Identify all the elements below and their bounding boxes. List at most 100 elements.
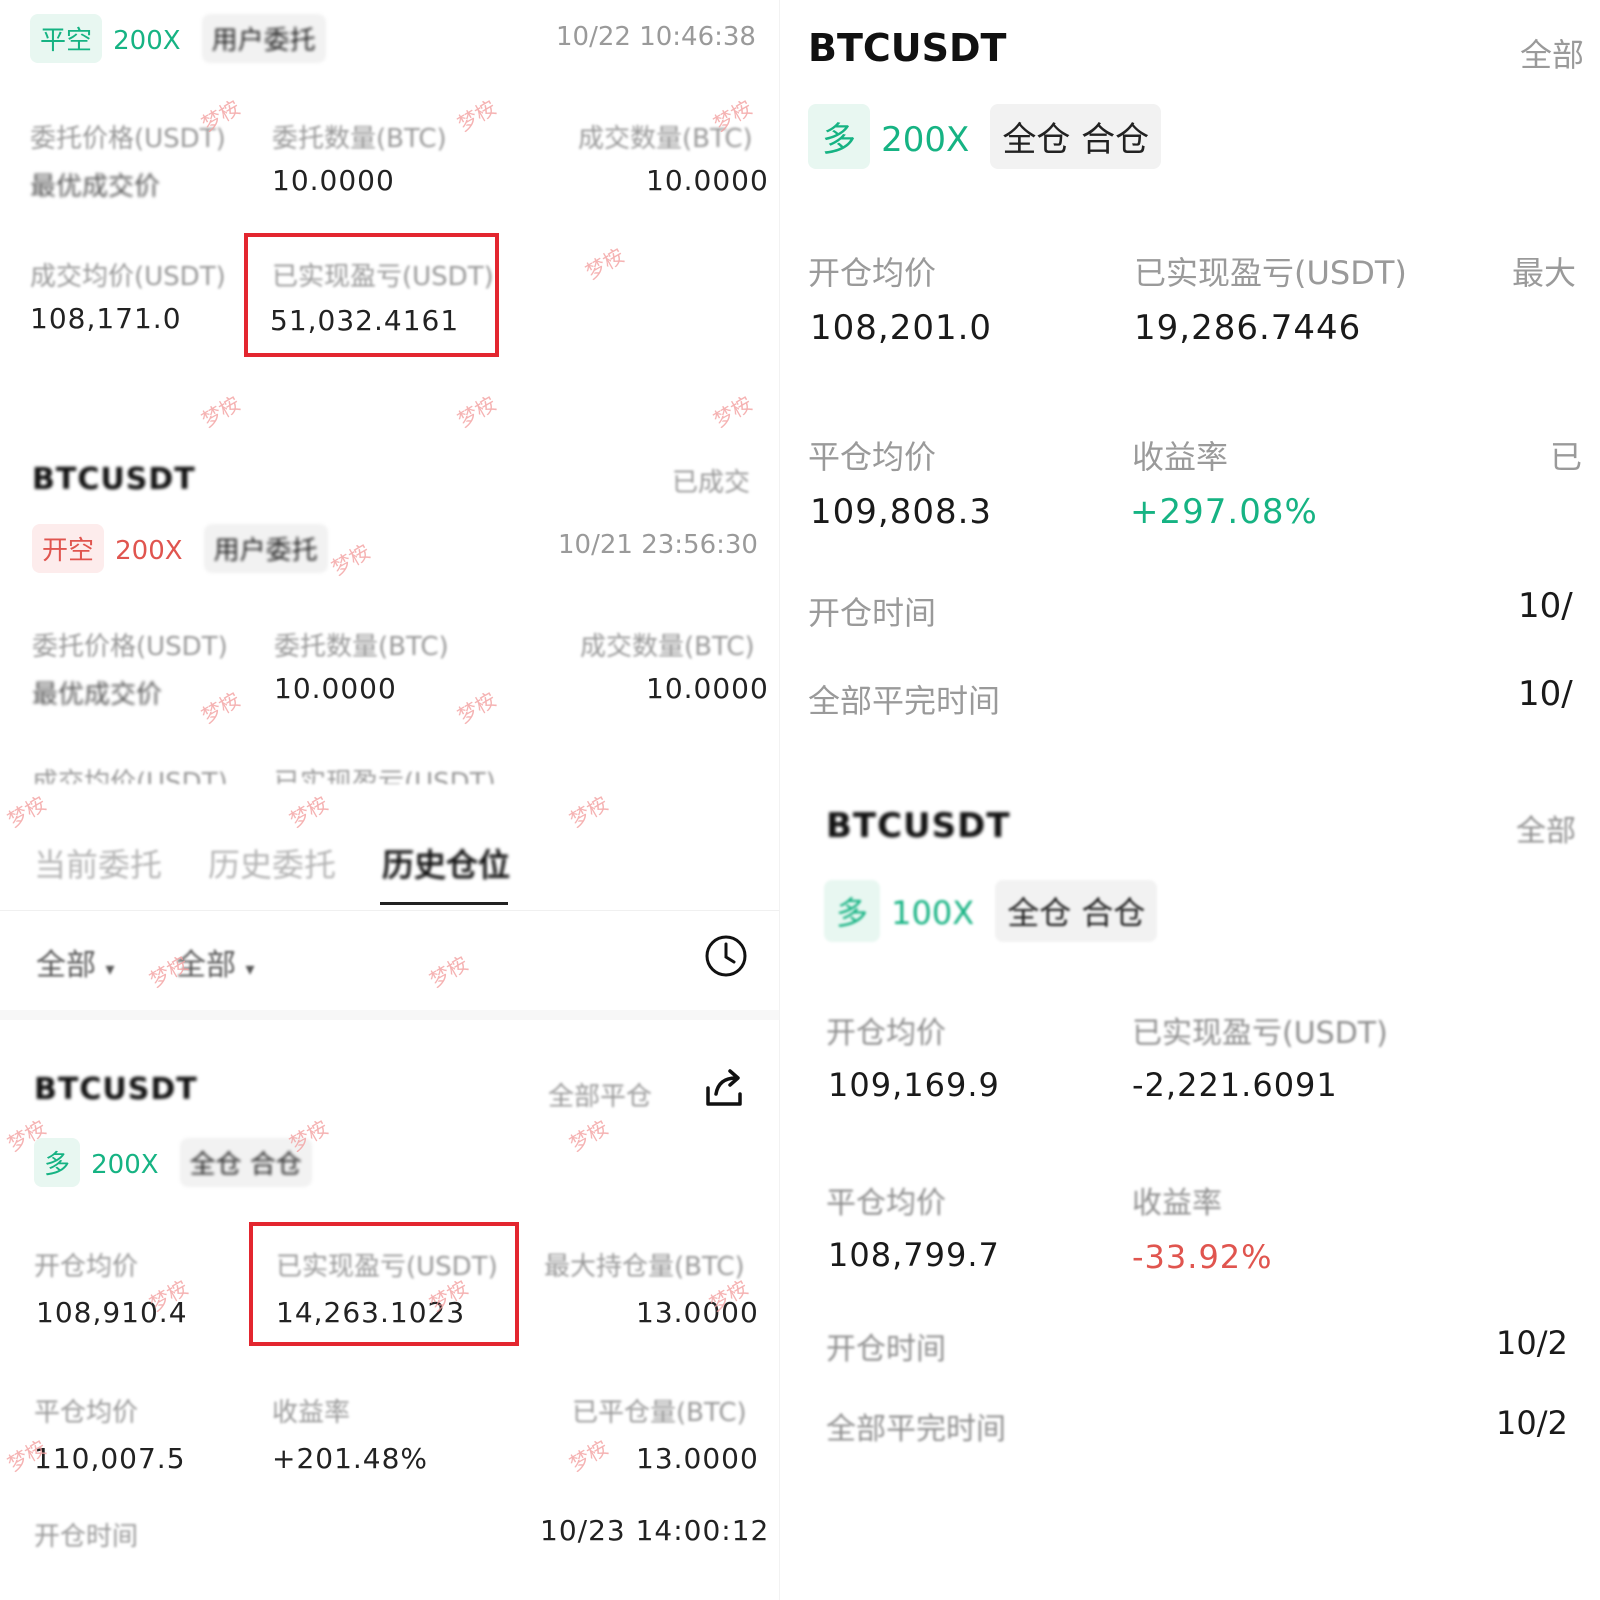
- filter-label: 全部: [36, 948, 96, 983]
- label-realized-pnl: 已实现盈亏(USDT): [1134, 254, 1407, 292]
- leverage-tag: 200X: [881, 120, 970, 160]
- leverage-tag: 200X: [115, 536, 183, 566]
- filter-dropdown-1[interactable]: 全部 ▾: [36, 940, 115, 984]
- value-roi: -33.92%: [1132, 1238, 1273, 1276]
- label-close-avg: 平仓均价: [826, 1186, 946, 1221]
- label-close-time: 全部平完时间: [826, 1412, 1006, 1447]
- side-tag: 开空: [32, 524, 105, 573]
- value-close-avg: 109,808.3: [810, 492, 993, 532]
- label-order-qty: 委托数量(BTC): [272, 124, 447, 154]
- watermark-text: 梦桉: [453, 391, 501, 433]
- value-filled-qty: 10.0000: [646, 164, 769, 197]
- label-open-time: 开仓时间: [34, 1522, 139, 1552]
- highlight-box: [249, 1222, 519, 1346]
- label-realized-pnl: 已实现盈亏(USDT): [1132, 1016, 1388, 1051]
- chevron-down-icon: ▾: [105, 959, 115, 980]
- side-tag: 多: [824, 880, 881, 942]
- symbol-title: BTCUSDT: [34, 1072, 198, 1107]
- label-closed-qty: 已平仓量(BTC): [572, 1398, 747, 1428]
- watermark-text: 梦桉: [565, 1435, 613, 1477]
- value-open-time: 10/23 14:00:12: [540, 1514, 770, 1547]
- symbol-title: BTCUSDT: [808, 26, 1007, 70]
- label-open-time: 开仓时间: [808, 594, 937, 632]
- label-roi: 收益率: [1132, 1186, 1222, 1221]
- tab-position-history[interactable]: 历史仓位: [382, 840, 510, 886]
- label-avg-price: 成交均价(USDT): [30, 262, 226, 292]
- tabs-divider: [0, 910, 780, 911]
- value-order-price: 最优成交价: [32, 680, 163, 710]
- watermark-text: 梦桉: [709, 391, 757, 433]
- label-realized-pnl: 已实现盈亏(USDT): [274, 768, 496, 784]
- value-close-time: 10/: [1518, 674, 1573, 714]
- order-status: 已成交: [672, 468, 751, 498]
- order-type-tag: 用户委托: [201, 14, 326, 63]
- value-closed-qty: 13.0000: [636, 1442, 759, 1475]
- value-open-avg: 108,201.0: [810, 308, 993, 348]
- label-open-avg: 开仓均价: [808, 254, 937, 292]
- value-roi: +297.08%: [1130, 492, 1318, 532]
- position-tags: 多 100X 全仓 合仓: [824, 880, 1163, 942]
- value-avg-price: 108,171.0: [30, 302, 182, 335]
- label-order-price: 委托价格(USDT): [30, 124, 226, 154]
- label-open-avg: 开仓均价: [826, 1016, 946, 1051]
- order-time: 10/21 23:56:30: [558, 530, 758, 560]
- leverage-tag: 100X: [891, 894, 975, 932]
- clock-icon[interactable]: [704, 934, 748, 978]
- order-tags: 开空 200X 用户委托: [32, 524, 334, 573]
- label-max-position: 最大持仓量(BTC): [544, 1252, 745, 1282]
- value-order-qty: 10.0000: [272, 164, 395, 197]
- value-close-time: 10/2: [1496, 1404, 1568, 1442]
- label-close-avg: 平仓均价: [808, 438, 937, 476]
- value-open-avg: 109,169.9: [828, 1066, 1000, 1104]
- watermark-text: 梦桉: [285, 791, 333, 833]
- label-open-time: 开仓时间: [826, 1332, 946, 1367]
- watermark-text: 梦桉: [197, 391, 245, 433]
- label-closed-qty: 已: [1550, 438, 1583, 476]
- tab-order-history[interactable]: 历史委托: [208, 840, 336, 886]
- watermark-text: 梦桉: [565, 1115, 613, 1157]
- order-tags: 平空 200X 用户委托: [30, 14, 332, 63]
- label-close-avg: 平仓均价: [34, 1398, 139, 1428]
- close-all-button[interactable]: 全部: [1520, 30, 1584, 76]
- watermark-text: 梦桉: [453, 95, 501, 137]
- left-screenshot-panel: 平空 200X 用户委托 10/22 10:46:38 委托价格(USDT) 委…: [0, 0, 780, 1600]
- margin-mode-tag: 全仓 合仓: [995, 880, 1158, 942]
- value-order-qty: 10.0000: [274, 672, 397, 705]
- active-tab-indicator: [380, 902, 508, 905]
- margin-mode-tag: 全仓 合仓: [990, 104, 1162, 169]
- value-open-time: 10/2: [1496, 1324, 1568, 1362]
- watermark-text: 梦桉: [197, 687, 245, 729]
- side-tag: 平空: [30, 14, 103, 63]
- filter-dropdown-2[interactable]: 全部 ▾: [176, 940, 255, 984]
- right-screenshot-panel: BTCUSDT 全部 多 200X 全仓 合仓 开仓均价 已实现盈亏(USDT)…: [780, 0, 1600, 1600]
- chevron-down-icon: ▾: [245, 959, 255, 980]
- label-avg-price: 成交均价(USDT): [32, 768, 228, 784]
- label-roi: 收益率: [1132, 438, 1229, 476]
- close-all-button[interactable]: 全部平仓: [548, 1076, 652, 1113]
- value-realized-pnl: -2,221.6091: [1132, 1066, 1338, 1104]
- value-realized-pnl: 19,286.7446: [1134, 308, 1362, 348]
- side-tag: 多: [808, 104, 870, 169]
- label-close-time: 全部平完时间: [808, 682, 1001, 720]
- order-time: 10/22 10:46:38: [556, 22, 756, 52]
- label-order-price: 委托价格(USDT): [32, 632, 228, 662]
- watermark-text: 梦桉: [425, 951, 473, 993]
- value-filled-qty: 10.0000: [646, 672, 769, 705]
- close-all-button[interactable]: 全部: [1516, 806, 1576, 850]
- value-open-time: 10/: [1518, 586, 1573, 626]
- symbol-title: BTCUSDT: [32, 462, 196, 497]
- share-icon[interactable]: [702, 1066, 746, 1110]
- watermark-text: 梦桉: [565, 791, 613, 833]
- label-order-qty: 委托数量(BTC): [274, 632, 449, 662]
- position-tags: 多 200X 全仓 合仓: [808, 104, 1167, 169]
- label-roi: 收益率: [272, 1398, 351, 1428]
- order-type-tag: 用户委托: [203, 524, 328, 573]
- tab-current-orders[interactable]: 当前委托: [34, 840, 162, 886]
- watermark-text: 梦桉: [581, 243, 629, 285]
- label-open-avg: 开仓均价: [34, 1252, 139, 1282]
- symbol-title: BTCUSDT: [826, 806, 1011, 846]
- leverage-tag: 200X: [113, 26, 181, 56]
- side-tag: 多: [34, 1138, 81, 1187]
- label-filled-qty: 成交数量(BTC): [580, 632, 755, 662]
- value-close-avg: 108,799.7: [828, 1236, 1000, 1274]
